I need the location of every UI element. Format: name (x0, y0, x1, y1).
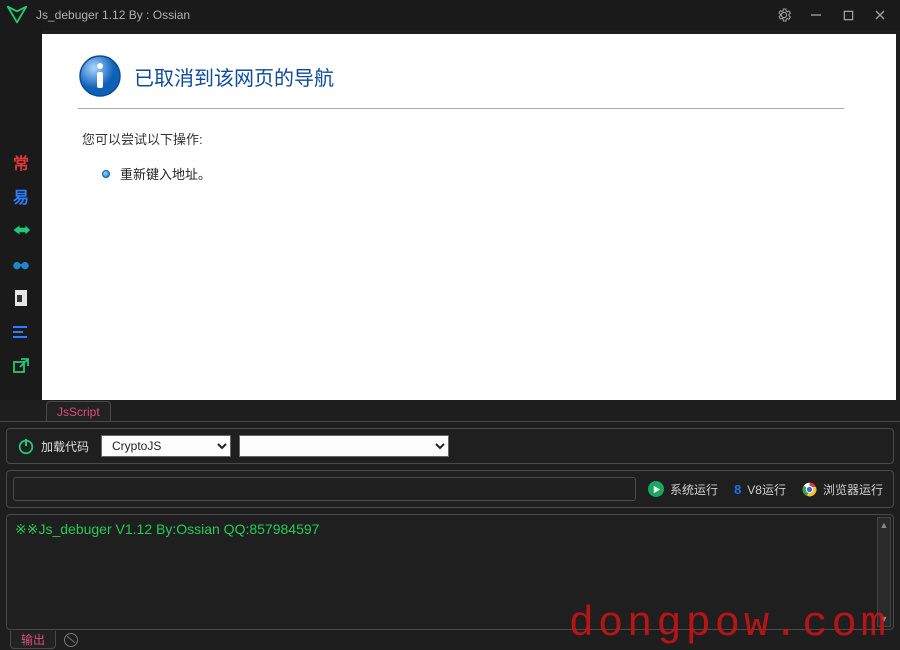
sidebar-button-2[interactable]: 易 (9, 184, 33, 208)
v8-run-label: V8运行 (747, 481, 786, 498)
document-icon (15, 290, 27, 306)
tab-jsscript[interactable]: JsScript (46, 401, 111, 421)
suggestion-item: 重新键入地址。 (102, 164, 860, 183)
minimize-button[interactable] (802, 3, 830, 27)
bottom-tab-bar: 输出 (0, 630, 900, 650)
gear-icon (776, 7, 792, 23)
power-icon (17, 437, 35, 455)
sidebar: 常 易 (0, 30, 42, 400)
lines-icon (13, 325, 29, 339)
forward-icon (12, 223, 30, 237)
command-input[interactable] (13, 477, 636, 501)
close-button[interactable] (866, 3, 894, 27)
v8-icon: 8 (734, 482, 741, 497)
external-link-icon (13, 358, 29, 374)
app-logo-icon (6, 4, 28, 26)
browser-run-label: 浏览器运行 (823, 481, 883, 498)
sidebar-button-6[interactable] (9, 320, 33, 344)
browser-page: 已取消到该网页的导航 您可以尝试以下操作: 重新键入地址。 (42, 34, 896, 400)
suggestion-text: 重新键入地址。 (120, 164, 211, 183)
output-line: ※※Js_debuger V1.12 By:Ossian QQ:85798459… (15, 521, 875, 538)
sidebar-button-5[interactable] (9, 286, 33, 310)
titlebar: Js_debuger 1.12 By : Ossian (0, 0, 900, 30)
bullet-icon (102, 170, 110, 178)
load-panel: 加载代码 CryptoJS (6, 428, 894, 464)
binoculars-icon (12, 257, 30, 271)
info-icon (78, 54, 122, 98)
system-run-button[interactable]: 系统运行 (644, 479, 722, 500)
scroll-up-icon: ▲ (878, 518, 890, 532)
settings-button[interactable] (770, 3, 798, 27)
output-panel: ※※Js_debuger V1.12 By:Ossian QQ:85798459… (6, 514, 894, 630)
library-select[interactable]: CryptoJS (101, 435, 231, 457)
sidebar-button-3[interactable] (9, 218, 33, 242)
minimize-icon (810, 9, 822, 21)
play-icon (648, 481, 664, 497)
char-icon: 易 (13, 184, 29, 208)
sidebar-button-7[interactable] (9, 354, 33, 378)
divider (78, 108, 844, 109)
maximize-button[interactable] (834, 3, 862, 27)
browser-run-button[interactable]: 浏览器运行 (798, 479, 887, 500)
scrollbar[interactable]: ▲ ▼ (877, 517, 891, 627)
tab-output[interactable]: 输出 (10, 631, 56, 649)
close-icon (874, 9, 886, 21)
v8-run-button[interactable]: 8 V8运行 (730, 479, 790, 500)
load-code-button[interactable]: 加载代码 (13, 435, 93, 457)
window-title: Js_debuger 1.12 By : Ossian (36, 8, 190, 22)
page-subtext: 您可以尝试以下操作: (82, 129, 860, 148)
run-panel: 系统运行 8 V8运行 浏览器运行 (6, 470, 894, 508)
page-heading: 已取消到该网页的导航 (134, 62, 334, 91)
main-row: 常 易 已取消到该网页的导航 您可以尝试以下操作: 重新键入地址。 (0, 30, 900, 400)
secondary-select[interactable] (239, 435, 449, 457)
system-run-label: 系统运行 (670, 481, 718, 498)
sidebar-button-4[interactable] (9, 252, 33, 276)
scroll-down-icon: ▼ (878, 612, 890, 626)
clear-button[interactable] (64, 633, 78, 647)
maximize-icon (843, 10, 854, 21)
tab-bar: JsScript (0, 400, 900, 422)
sidebar-button-1[interactable]: 常 (9, 150, 33, 174)
chrome-icon (802, 482, 817, 497)
content-area: 已取消到该网页的导航 您可以尝试以下操作: 重新键入地址。 (42, 30, 900, 400)
load-code-label: 加载代码 (41, 438, 89, 455)
char-icon: 常 (13, 150, 29, 174)
